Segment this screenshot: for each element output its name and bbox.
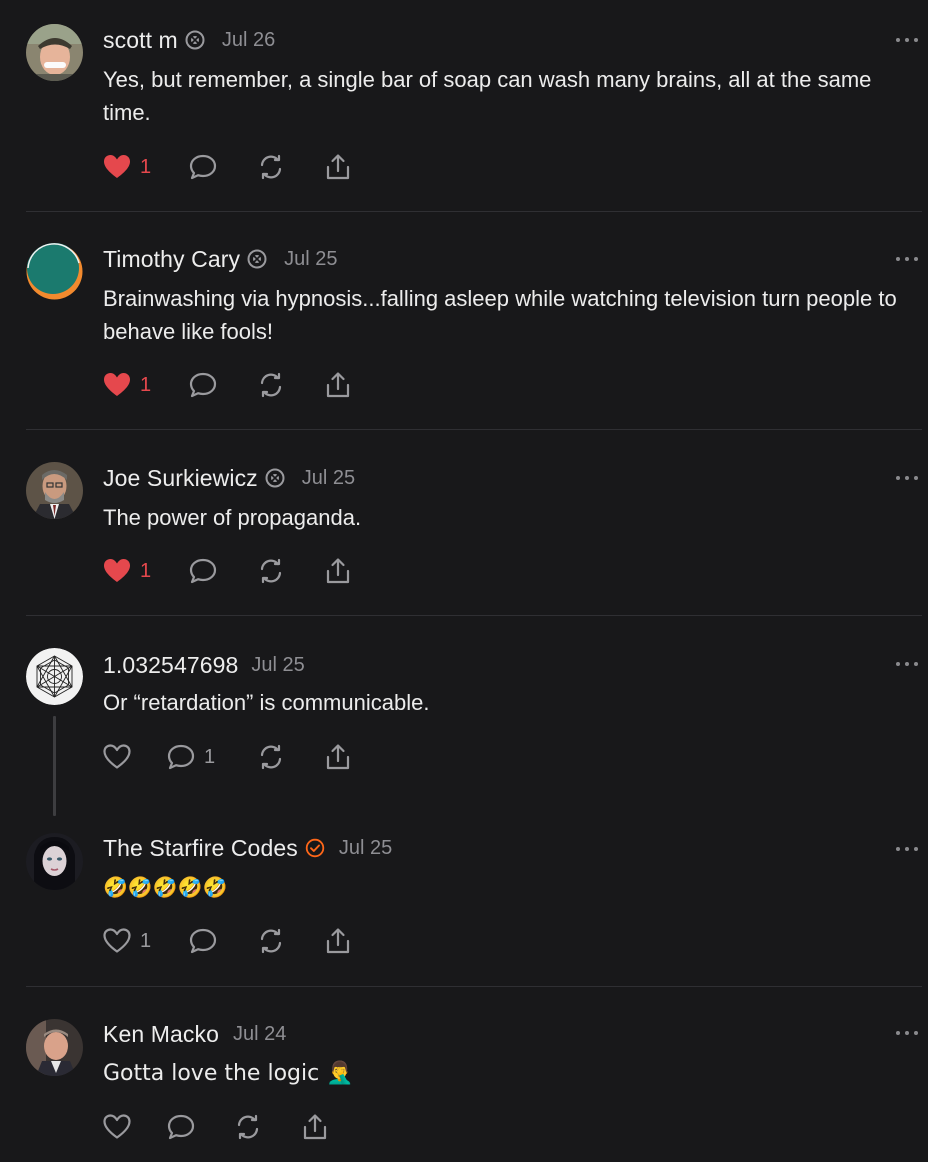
- reply-button[interactable]: [188, 926, 218, 956]
- author-name[interactable]: 1.032547698: [103, 652, 238, 679]
- comment-date[interactable]: Jul 25: [251, 654, 304, 677]
- comment-text: 🤣🤣🤣🤣🤣: [103, 875, 228, 899]
- restack-icon: [260, 744, 282, 770]
- share-button[interactable]: [323, 556, 353, 586]
- speech-bubble-icon: [189, 154, 217, 180]
- more-options-icon[interactable]: [896, 472, 918, 484]
- speech-bubble-icon: [189, 372, 217, 398]
- share-icon: [326, 372, 350, 398]
- like-button[interactable]: 1: [102, 152, 151, 182]
- heart-filled-icon: [104, 559, 130, 582]
- subscriber-badge-icon: [185, 30, 205, 50]
- like-button[interactable]: 1: [102, 556, 151, 586]
- share-icon: [326, 154, 350, 180]
- comment-date[interactable]: Jul 25: [302, 467, 355, 490]
- comment-date[interactable]: Jul 24: [233, 1023, 286, 1046]
- more-options-icon[interactable]: [896, 1027, 918, 1039]
- avatar-photo-starfire: [26, 833, 83, 890]
- avatar[interactable]: [26, 648, 83, 705]
- share-button[interactable]: [300, 1112, 330, 1142]
- like-count: 1: [140, 373, 152, 396]
- restack-button[interactable]: [256, 370, 286, 400]
- avatar-geometric-pattern: [26, 648, 83, 705]
- avatar[interactable]: [26, 833, 83, 890]
- restack-button[interactable]: [256, 152, 286, 182]
- speech-bubble-icon: [167, 744, 195, 770]
- divider: [26, 429, 922, 430]
- like-button[interactable]: [102, 742, 132, 772]
- thread-line: [53, 716, 56, 816]
- comment-text: Yes, but remember, a single bar of soap …: [103, 67, 872, 125]
- heart-filled-icon: [104, 373, 130, 396]
- speech-bubble-icon: [189, 928, 217, 954]
- restack-button[interactable]: [256, 556, 286, 586]
- share-icon: [303, 1114, 327, 1140]
- speech-bubble-icon: [189, 558, 217, 584]
- like-button[interactable]: 1: [102, 926, 151, 956]
- author-name[interactable]: Ken Macko: [103, 1021, 219, 1048]
- share-icon: [326, 558, 350, 584]
- restack-button[interactable]: [256, 742, 286, 772]
- like-count: 1: [140, 559, 152, 582]
- author-name[interactable]: Joe Surkiewicz: [103, 465, 258, 492]
- subscriber-badge-icon: [247, 249, 267, 269]
- verified-check-icon: [305, 838, 325, 858]
- restack-icon: [237, 1114, 259, 1140]
- share-button[interactable]: [323, 926, 353, 956]
- avatar[interactable]: [26, 1019, 83, 1076]
- comment-date[interactable]: Jul 25: [339, 837, 392, 860]
- more-options-icon[interactable]: [896, 843, 918, 855]
- like-button[interactable]: [102, 1112, 132, 1142]
- author-name[interactable]: scott m: [103, 27, 178, 54]
- reply-button[interactable]: [188, 556, 218, 586]
- restack-icon: [260, 154, 282, 180]
- comment-text: Or “retardation” is communicable.: [103, 690, 430, 715]
- share-button[interactable]: [323, 742, 353, 772]
- author-name[interactable]: The Starfire Codes: [103, 835, 298, 862]
- avatar[interactable]: [26, 24, 83, 81]
- comment-date[interactable]: Jul 25: [284, 248, 337, 271]
- divider: [26, 986, 922, 987]
- comment-text: Gotta love the logic 🤦‍♂️: [103, 1061, 354, 1086]
- reply-count: 1: [204, 745, 216, 768]
- divider: [26, 211, 922, 212]
- restack-icon: [260, 928, 282, 954]
- reply-button[interactable]: 1: [166, 742, 215, 772]
- avatar-logo-timothy: [26, 243, 83, 300]
- heart-outline-icon: [103, 744, 131, 769]
- share-button[interactable]: [323, 370, 353, 400]
- avatar-photo-scott: [26, 24, 83, 81]
- subscriber-badge-icon: [265, 468, 285, 488]
- divider: [26, 615, 922, 616]
- comment-date[interactable]: Jul 26: [222, 29, 275, 52]
- heart-outline-icon: [103, 1114, 131, 1139]
- share-icon: [326, 744, 350, 770]
- more-options-icon[interactable]: [896, 658, 918, 670]
- restack-icon: [260, 558, 282, 584]
- restack-button[interactable]: [256, 926, 286, 956]
- reply-button[interactable]: [166, 1112, 196, 1142]
- comment-text: The power of propaganda.: [103, 505, 362, 530]
- like-button[interactable]: 1: [102, 370, 151, 400]
- share-icon: [326, 928, 350, 954]
- reply-button[interactable]: [188, 152, 218, 182]
- share-button[interactable]: [323, 152, 353, 182]
- like-count: 1: [140, 929, 152, 952]
- speech-bubble-icon: [167, 1114, 195, 1140]
- heart-outline-icon: [103, 928, 131, 953]
- more-options-icon[interactable]: [896, 34, 918, 46]
- author-name[interactable]: Timothy Cary: [103, 246, 240, 273]
- avatar[interactable]: [26, 243, 83, 300]
- like-count: 1: [140, 155, 152, 178]
- restack-icon: [260, 372, 282, 398]
- avatar-photo-ken: [26, 1019, 83, 1076]
- avatar-photo-joe: [26, 462, 83, 519]
- more-options-icon[interactable]: [896, 253, 918, 265]
- reply-button[interactable]: [188, 370, 218, 400]
- avatar[interactable]: [26, 462, 83, 519]
- heart-filled-icon: [104, 155, 130, 178]
- comment-text: Brainwashing via hypnosis...falling asle…: [103, 286, 897, 344]
- restack-button[interactable]: [233, 1112, 263, 1142]
